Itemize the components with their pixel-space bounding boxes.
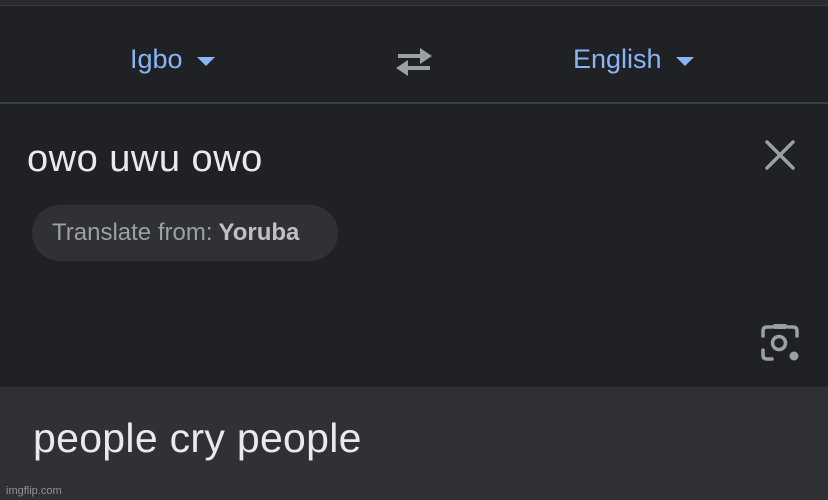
language-bar: Igbo English [0,6,828,102]
translation-output-area: people cry people imgflip.com [0,387,828,500]
translate-from-suggestion-chip[interactable]: Translate from: Yoruba [32,205,338,261]
suggested-language: Yoruba [218,219,300,246]
lens-camera-icon[interactable] [758,322,802,364]
swap-arrows-icon[interactable] [392,44,436,78]
watermark: imgflip.com [6,485,62,497]
translated-text: people cry people [33,415,362,461]
source-language-button[interactable]: Igbo [130,42,215,76]
source-language-label: Igbo [130,43,183,74]
source-text[interactable]: owo uwu owo [27,138,263,181]
close-icon[interactable] [762,137,798,173]
translate-screen: Igbo English owo uwu owo Translate from:… [0,0,828,500]
suggestion-prefix: Translate from: [52,219,213,246]
chevron-down-icon [196,56,215,66]
chevron-down-icon [675,56,694,66]
source-input-area[interactable]: owo uwu owo Translate from: Yoruba [0,104,828,387]
target-language-label: English [573,43,662,74]
target-language-button[interactable]: English [573,42,694,76]
